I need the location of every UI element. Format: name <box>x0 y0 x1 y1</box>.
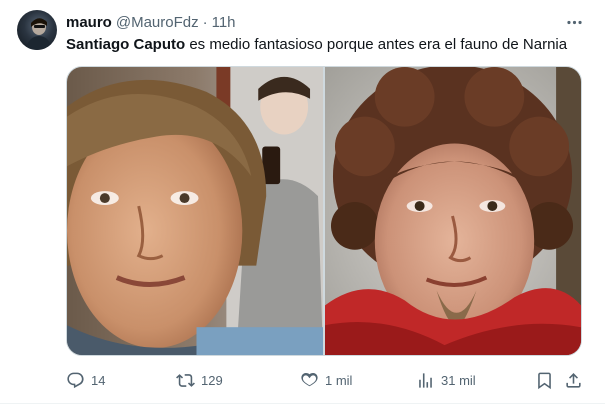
tweet-header: mauro @MauroFdz · 11h <box>66 12 595 32</box>
retweet-button[interactable]: 129 <box>176 368 223 392</box>
retweet-count: 129 <box>201 372 223 388</box>
photo-selfie[interactable] <box>67 67 323 355</box>
media-grid <box>66 66 582 356</box>
tweet-text: Santiago Caputo es medio fantasioso porq… <box>66 35 595 55</box>
reply-icon <box>67 372 84 388</box>
bookmark-icon <box>538 372 551 389</box>
views-count: 31 mil <box>441 372 476 388</box>
share-button[interactable] <box>564 368 583 392</box>
separator-dot: · <box>202 13 208 31</box>
more-horizontal-icon <box>566 20 582 24</box>
action-bar: 14 129 1 mil 31 mil <box>66 368 586 392</box>
views-button[interactable]: 31 mil <box>416 368 476 392</box>
bar-chart-icon <box>419 372 432 388</box>
reply-count: 14 <box>91 372 106 388</box>
author-handle[interactable]: @MauroFdz <box>116 14 199 31</box>
heart-icon <box>301 372 318 386</box>
like-button[interactable]: 1 mil <box>300 368 352 392</box>
bookmark-button[interactable] <box>535 368 554 392</box>
more-options-button[interactable] <box>563 12 585 32</box>
tweet-text-rest: es medio fantasioso porque antes era el … <box>185 36 568 53</box>
photo-faun[interactable] <box>325 67 581 355</box>
timestamp[interactable]: 11h <box>212 14 236 31</box>
like-count: 1 mil <box>325 372 353 388</box>
avatar[interactable] <box>17 10 57 50</box>
retweet-icon <box>176 373 195 387</box>
tweet-card[interactable]: mauro @MauroFdz · 11h Santiago Caputo es… <box>0 0 605 404</box>
reply-button[interactable]: 14 <box>66 368 105 392</box>
author-name[interactable]: mauro <box>66 14 112 31</box>
share-icon <box>566 372 581 388</box>
tweet-text-bold: Santiago Caputo <box>66 36 186 53</box>
